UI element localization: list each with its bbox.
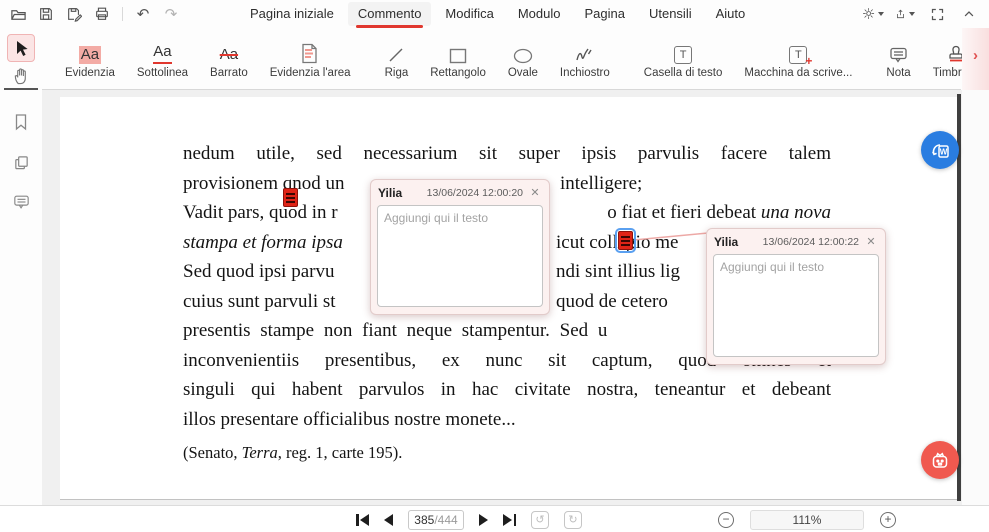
comments-panel-button[interactable] bbox=[7, 188, 35, 216]
area-highlight-icon bbox=[301, 38, 319, 64]
tab-modifica[interactable]: Modifica bbox=[435, 2, 503, 26]
document-text-line: illos presentare officialibus nostre mon… bbox=[183, 409, 516, 430]
note-popup-2[interactable]: Yilia 13/06/2024 12:00:22 bbox=[706, 228, 886, 365]
strikethrough-icon: Aa bbox=[219, 46, 239, 63]
pdf-page[interactable]: nedum utile, sed necessarium sit super i… bbox=[60, 97, 957, 500]
note-author: Yilia bbox=[714, 234, 739, 249]
page-number-input[interactable]: 385/444 bbox=[408, 509, 464, 530]
menu-tabs: Pagina iniziale Commento Modifica Modulo… bbox=[240, 0, 755, 28]
left-sidebar bbox=[0, 28, 42, 505]
convert-to-word-button[interactable]: W bbox=[921, 131, 959, 169]
last-page-button[interactable] bbox=[503, 513, 516, 526]
textbox-icon: T bbox=[674, 38, 693, 64]
first-page-button[interactable] bbox=[356, 513, 369, 526]
fullscreen-icon[interactable] bbox=[927, 4, 947, 24]
bookmark-icon bbox=[15, 114, 27, 131]
previous-view-icon[interactable]: ↺ bbox=[531, 510, 549, 529]
document-text-line: singuli qui habent parvulos in hac civit… bbox=[183, 379, 831, 400]
zoom-in-button[interactable]: + bbox=[880, 511, 896, 528]
sticky-note-annotation-2[interactable] bbox=[615, 228, 636, 253]
ink-icon bbox=[575, 38, 595, 64]
toolbar-expand-panel[interactable]: › bbox=[962, 28, 989, 90]
textbox-button[interactable]: T Casella di testo bbox=[633, 31, 734, 87]
previous-page-button[interactable] bbox=[384, 513, 393, 526]
comment-toolbar: Aa Evidenzia Aa Sottolinea Aa Barrato Ev… bbox=[42, 28, 981, 90]
rectangle-icon bbox=[449, 38, 467, 64]
comment-icon bbox=[13, 195, 29, 209]
note-timestamp: 13/06/2024 12:00:20 bbox=[426, 186, 523, 199]
oval-tool-button[interactable]: Ovale bbox=[497, 31, 549, 87]
highlight-button[interactable]: Aa Evidenzia bbox=[54, 31, 126, 87]
open-file-icon[interactable] bbox=[8, 4, 28, 24]
tab-aiuto[interactable]: Aiuto bbox=[706, 2, 756, 26]
sticky-note-icon bbox=[889, 38, 908, 64]
cursor-arrow-icon bbox=[16, 40, 28, 56]
bookmarks-panel-button[interactable] bbox=[7, 108, 35, 136]
tab-commento[interactable]: Commento bbox=[347, 2, 432, 28]
hand-icon bbox=[14, 68, 26, 85]
right-panel-strip bbox=[962, 90, 989, 505]
area-highlight-button[interactable]: Evidenzia l'area bbox=[259, 31, 362, 87]
save-icon[interactable] bbox=[36, 4, 56, 24]
pdf-editor-window: Pagina iniziale Commento Modifica Modulo… bbox=[0, 0, 989, 532]
ink-tool-button[interactable]: Inchiostro bbox=[549, 31, 621, 87]
svg-text:W: W bbox=[940, 148, 948, 157]
divider bbox=[122, 7, 123, 21]
note-button[interactable]: Nota bbox=[875, 31, 921, 87]
tab-modulo[interactable]: Modulo bbox=[508, 2, 571, 26]
underline-button[interactable]: Aa Sottolinea bbox=[126, 31, 199, 87]
zoom-level-select[interactable]: 111% bbox=[750, 509, 864, 530]
next-page-button[interactable] bbox=[479, 513, 488, 526]
select-tool-button[interactable] bbox=[7, 34, 35, 62]
chevron-down-icon bbox=[878, 12, 885, 16]
typewriter-icon: T + bbox=[789, 38, 812, 68]
rectangle-tool-button[interactable]: Rettangolo bbox=[419, 31, 497, 87]
line-tool-button[interactable]: Riga bbox=[374, 31, 420, 87]
ai-assistant-button[interactable] bbox=[921, 441, 959, 479]
word-convert-icon: W bbox=[932, 144, 949, 158]
share-icon[interactable] bbox=[895, 4, 915, 24]
titlebar: Pagina iniziale Commento Modifica Modulo… bbox=[0, 0, 989, 28]
robot-icon bbox=[932, 452, 948, 468]
note-text-input[interactable] bbox=[713, 254, 879, 357]
divider bbox=[4, 88, 38, 90]
close-icon[interactable] bbox=[864, 235, 878, 249]
zoom-out-button[interactable]: − bbox=[718, 511, 734, 528]
sticky-note-annotation-1[interactable] bbox=[283, 188, 298, 207]
next-view-icon[interactable]: ↻ bbox=[564, 510, 582, 529]
tab-utensili[interactable]: Utensili bbox=[639, 2, 702, 26]
document-viewport: nedum utile, sed necessarium sit super i… bbox=[42, 90, 989, 505]
statusbar: 385/444 ↺ ↻ − 111% + bbox=[0, 505, 989, 532]
citation-line: (Senato, Terra, reg. 1, carte 195). bbox=[183, 443, 403, 462]
document-text-line: nedum utile, sed necessarium sit super i… bbox=[183, 143, 831, 164]
note-author: Yilia bbox=[378, 185, 403, 200]
strikethrough-button[interactable]: Aa Barrato bbox=[199, 31, 259, 87]
chevron-down-icon bbox=[909, 12, 915, 16]
theme-icon[interactable] bbox=[863, 4, 885, 24]
tab-pagina[interactable]: Pagina bbox=[574, 2, 634, 26]
redo-icon[interactable] bbox=[161, 4, 181, 24]
note-text-input[interactable] bbox=[377, 205, 543, 307]
chevron-right-icon: › bbox=[973, 46, 978, 64]
pages-icon bbox=[14, 155, 28, 169]
print-icon[interactable] bbox=[92, 4, 112, 24]
underline-icon: Aa bbox=[153, 38, 172, 64]
tab-pagina-iniziale[interactable]: Pagina iniziale bbox=[240, 2, 344, 26]
close-icon[interactable] bbox=[528, 186, 542, 200]
save-as-icon[interactable] bbox=[64, 4, 84, 24]
note-popup-1[interactable]: Yilia 13/06/2024 12:00:20 bbox=[370, 179, 550, 315]
line-icon bbox=[387, 38, 405, 64]
undo-icon[interactable] bbox=[133, 4, 153, 24]
hand-tool-button[interactable] bbox=[7, 62, 35, 90]
highlight-icon: Aa bbox=[78, 46, 102, 64]
collapse-toolbar-icon[interactable] bbox=[959, 4, 979, 24]
note-timestamp: 13/06/2024 12:00:22 bbox=[762, 235, 859, 248]
oval-icon bbox=[513, 38, 533, 64]
typewriter-button[interactable]: T + Macchina da scrive... bbox=[733, 31, 863, 87]
thumbnails-panel-button[interactable] bbox=[7, 148, 35, 176]
